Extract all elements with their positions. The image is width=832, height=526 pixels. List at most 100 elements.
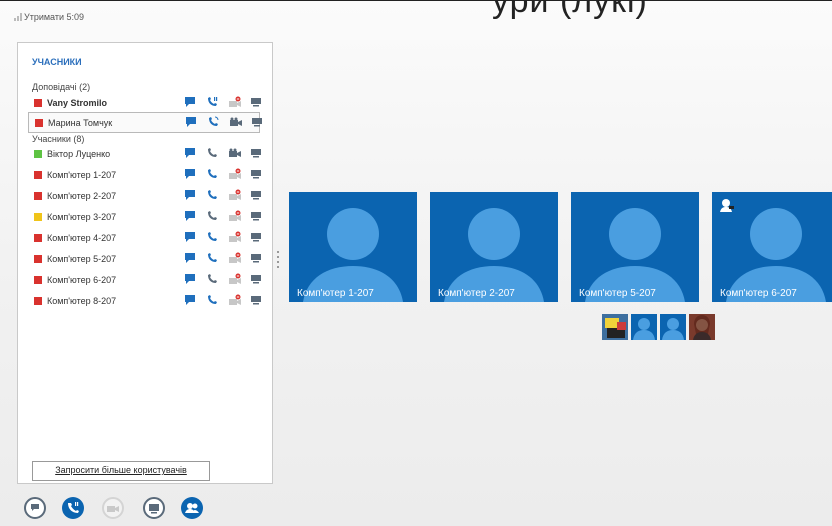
screen-icon[interactable] (250, 210, 262, 222)
chat-icon[interactable] (184, 96, 196, 108)
invite-more-button[interactable]: Запросити більше користувачів (32, 461, 210, 481)
chat-icon (31, 504, 39, 511)
call-icon[interactable] (206, 273, 218, 285)
participant-name: Комп'ютер 3-207 (47, 211, 117, 222)
participant-name: Віктор Луценко (47, 148, 111, 159)
status-indicator (34, 98, 42, 107)
participants-button[interactable] (181, 497, 203, 519)
video-button[interactable] (102, 497, 124, 519)
caption-fragment: ури (лукі) (492, 0, 648, 20)
participant-row[interactable]: Комп'ютер 5-207 (28, 249, 261, 268)
status-indicator (34, 296, 42, 305)
call-on-hold-icon[interactable] (206, 96, 218, 108)
thumbnail-photo[interactable] (689, 314, 715, 340)
chat-icon[interactable] (184, 189, 196, 201)
participant-name: Vany Stromilo (47, 97, 108, 108)
screen-icon[interactable] (250, 231, 262, 243)
chat-icon[interactable] (184, 231, 196, 243)
panel-title: УЧАСНИКИ (32, 57, 82, 67)
participant-icons (184, 147, 262, 159)
top-bar: Утримати 5:09 (0, 0, 832, 35)
presenters-header: Доповідачі (2) (32, 82, 91, 92)
participant-icons (184, 96, 262, 108)
participant-row-selected[interactable]: Марина Томчук (28, 112, 263, 133)
status-indicator (35, 118, 43, 127)
thumbnail-avatar[interactable] (660, 314, 686, 340)
participant-icons (184, 294, 262, 306)
chat-icon[interactable] (184, 294, 196, 306)
video-icon (107, 506, 119, 512)
screen-icon[interactable] (251, 116, 263, 128)
participants-panel: УЧАСНИКИ Доповідачі (2) Vany Stromilo Ма… (17, 42, 273, 484)
call-icon[interactable] (206, 294, 218, 306)
video-tile[interactable]: Комп'ютер 6-207 (712, 192, 832, 302)
call-icon[interactable] (206, 168, 218, 180)
video-off-icon[interactable] (228, 168, 242, 180)
participants-icon (185, 503, 199, 513)
invite-label: Запросити більше користувачів (55, 465, 187, 475)
screen-icon[interactable] (250, 189, 262, 201)
video-off-icon[interactable] (228, 231, 242, 243)
participant-row[interactable]: Комп'ютер 8-207 (28, 291, 262, 310)
status-indicator (34, 212, 42, 221)
participant-row[interactable]: Комп'ютер 4-207 (28, 228, 261, 247)
video-off-icon[interactable] (228, 189, 242, 201)
avatar-placeholder-icon (585, 208, 685, 302)
participant-row[interactable]: Комп'ютер 1-207 (28, 165, 262, 184)
video-off-icon[interactable] (228, 96, 242, 108)
participant-name: Марина Томчук (48, 117, 113, 128)
hold-timer[interactable]: Утримати 5:09 (24, 12, 84, 22)
call-active-icon[interactable] (207, 116, 219, 128)
thumbnail-photo[interactable] (602, 314, 628, 340)
video-tile[interactable]: Комп'ютер 5-207 (571, 192, 699, 302)
video-off-icon[interactable] (228, 252, 242, 264)
chat-button[interactable] (24, 497, 46, 519)
participant-icons (184, 168, 262, 180)
avatar-placeholder-icon (444, 208, 544, 302)
call-button[interactable] (62, 497, 84, 519)
participant-name: Комп'ютер 2-207 (47, 190, 117, 201)
participant-row[interactable]: Комп'ютер 2-207 (28, 186, 261, 205)
participant-row[interactable]: Vany Stromilo (28, 93, 262, 112)
call-icon[interactable] (206, 252, 218, 264)
video-icon[interactable] (228, 147, 242, 159)
screen-icon[interactable] (250, 96, 262, 108)
participant-name: Комп'ютер 1-207 (47, 169, 117, 180)
video-tile[interactable]: Комп'ютер 1-207 (289, 192, 417, 302)
video-off-icon[interactable] (228, 294, 242, 306)
panel-resize-handle[interactable] (277, 251, 281, 271)
participant-row[interactable]: Комп'ютер 3-207 (28, 207, 261, 226)
chat-icon[interactable] (184, 147, 196, 159)
video-off-icon[interactable] (228, 273, 242, 285)
screen-icon[interactable] (250, 168, 262, 180)
video-tile[interactable]: Комп'ютер 2-207 (430, 192, 558, 302)
tile-label: Комп'ютер 1-207 (297, 288, 374, 299)
present-button[interactable] (143, 497, 165, 519)
call-icon[interactable] (206, 210, 218, 222)
call-icon[interactable] (206, 231, 218, 243)
screen-icon[interactable] (250, 294, 262, 306)
status-indicator (34, 254, 42, 263)
video-off-icon[interactable] (228, 210, 242, 222)
call-icon[interactable] (206, 147, 218, 159)
video-icon[interactable] (229, 116, 243, 128)
call-icon[interactable] (206, 189, 218, 201)
tile-label: Комп'ютер 5-207 (579, 288, 656, 299)
participant-row[interactable]: Комп'ютер 6-207 (28, 270, 262, 289)
screen-icon[interactable] (250, 252, 262, 264)
participant-row[interactable]: Віктор Луценко (28, 144, 262, 163)
chat-icon[interactable] (184, 252, 196, 264)
screen-icon[interactable] (250, 147, 262, 159)
chat-icon[interactable] (184, 168, 196, 180)
avatar-placeholder-icon (303, 208, 403, 302)
participant-name: Комп'ютер 4-207 (47, 232, 117, 243)
chat-icon[interactable] (185, 116, 197, 128)
status-indicator (34, 149, 42, 158)
thumbnail-avatar[interactable] (631, 314, 657, 340)
screen-icon[interactable] (250, 273, 262, 285)
chat-icon[interactable] (184, 273, 196, 285)
participant-name: Комп'ютер 8-207 (47, 295, 117, 306)
tile-label: Комп'ютер 6-207 (720, 288, 797, 299)
chat-icon[interactable] (184, 210, 196, 222)
participant-icons (184, 273, 262, 285)
